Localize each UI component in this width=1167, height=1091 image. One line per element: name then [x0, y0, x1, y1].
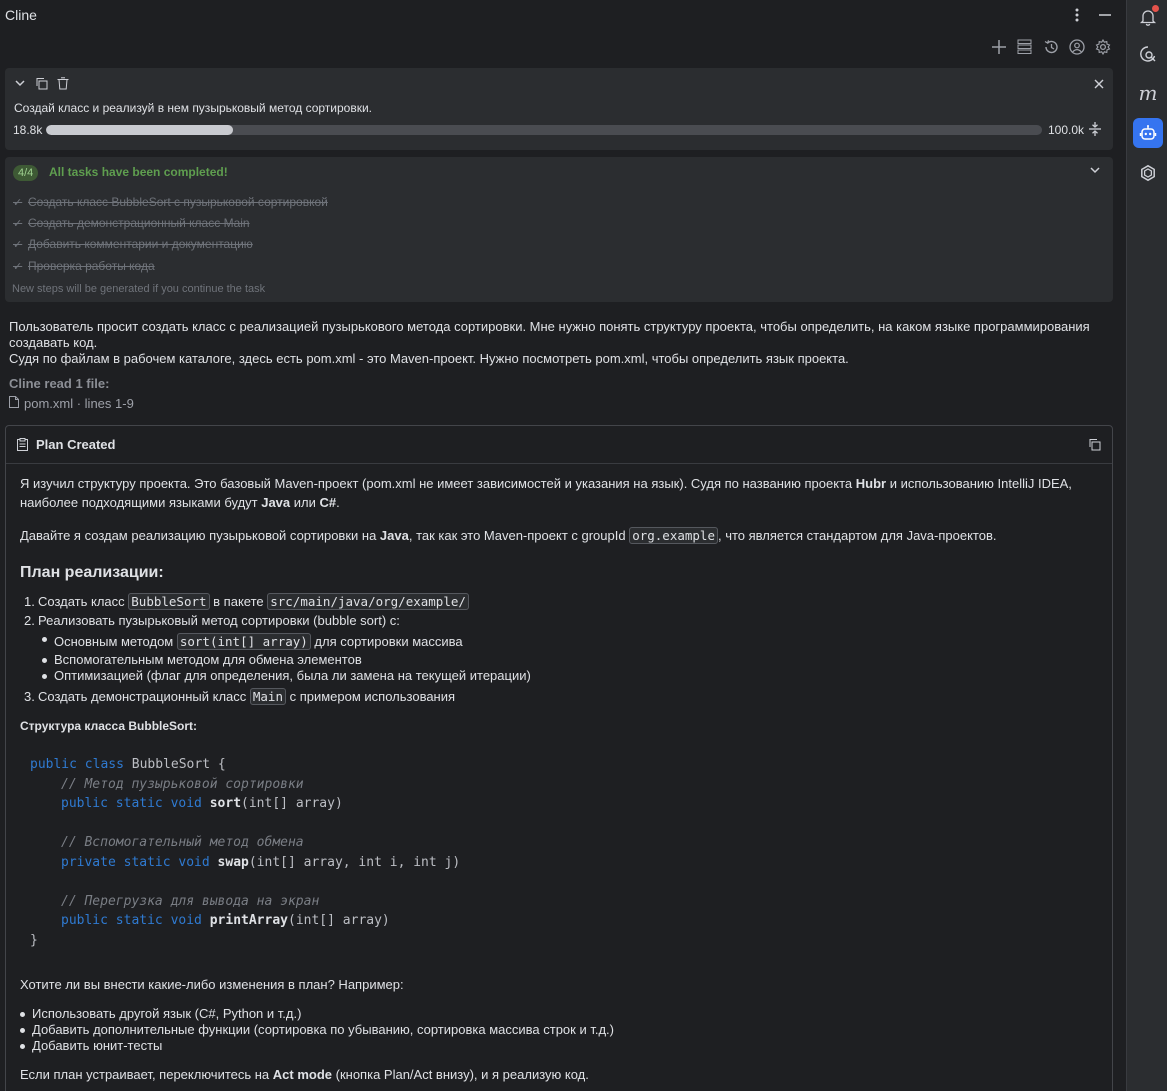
read-file-link[interactable]: pom.xml · lines 1-9: [9, 396, 134, 411]
openai-plugin-icon[interactable]: [1133, 158, 1163, 188]
code-line: }: [30, 933, 38, 948]
code-line: private static void swap(int[] array, in…: [61, 855, 461, 870]
delete-task-icon[interactable]: [57, 77, 69, 93]
code-comment: // Метод пузырьковой сортировки: [61, 777, 304, 792]
code-block: public class BubbleSort { // Метод пузыр…: [16, 744, 1104, 956]
condense-context-icon[interactable]: [1088, 122, 1102, 139]
checkmark-icon: ✓: [13, 260, 23, 273]
plan-step: 3. Создать демонстрационный класс Main с …: [24, 688, 456, 705]
plan-final-note: Если план устраивает, переключитесь на A…: [20, 1067, 589, 1082]
todo-item: ✓ Создать демонстрационный класс Main: [13, 216, 250, 230]
progress-status: All tasks have been completed!: [49, 165, 228, 179]
close-task-icon[interactable]: [1094, 76, 1104, 92]
plan-intro: Я изучил структуру проекта. Это базовый …: [20, 476, 1072, 510]
panel-title: Cline: [5, 7, 37, 23]
context-used: 18.8k: [13, 123, 43, 137]
reasoning-line: Пользователь просит создать класс с реал…: [9, 319, 1090, 350]
expand-chevron-icon[interactable]: [1089, 164, 1101, 179]
checkmark-icon: ✓: [13, 238, 23, 251]
minimize-icon[interactable]: [1096, 5, 1114, 25]
plan-language-choice: Давайте я создам реализацию пузырьковой …: [20, 527, 997, 544]
panel-titlebar: Cline: [0, 0, 1126, 30]
plan-option: Добавить дополнительные функции (сортиро…: [6, 1022, 1086, 1038]
task-header: Создай класс и реализуй в нем пузырьковы…: [5, 68, 1113, 150]
context-window-bar: [46, 125, 1042, 135]
reasoning-line: Судя по файлам в рабочем каталоге, здесь…: [9, 351, 849, 366]
notifications-bell-icon[interactable]: [1133, 2, 1163, 32]
progress-badge: 4/4: [13, 165, 39, 181]
cline-robot-icon[interactable]: [1133, 118, 1163, 148]
read-files-label: Cline read 1 file:: [9, 376, 110, 391]
plan-substep: Оптимизацией (флаг для определения, была…: [12, 668, 1092, 684]
clipboard-icon: [17, 438, 28, 454]
code-line: public static void sort(int[] array): [61, 796, 343, 811]
plan-step: 1. Создать класс BubbleSort в пакете src/…: [12, 592, 1092, 611]
progress-note: New steps will be generated if you conti…: [12, 283, 266, 295]
assistant-reasoning: Пользователь просит создать класс с реал…: [9, 319, 1109, 367]
code-line: public class BubbleSort {: [30, 757, 226, 772]
account-icon[interactable]: [1067, 37, 1086, 56]
settings-gear-icon[interactable]: [1093, 37, 1112, 56]
more-options-icon[interactable]: [1068, 5, 1086, 25]
plan-heading: План реализации:: [20, 564, 164, 581]
inline-code: sort(int[] array): [176, 633, 311, 650]
inline-code: BubbleSort: [128, 593, 210, 610]
task-progress-list: 4/4 All tasks have been completed! ✓ Созд…: [5, 157, 1113, 302]
cline-toolbar: [989, 37, 1112, 56]
code-line: public static void printArray(int[] arra…: [61, 913, 390, 928]
copy-task-icon[interactable]: [35, 77, 48, 93]
todo-item: ✓ Проверка работы кода: [13, 259, 155, 273]
plan-step: 2. Реализовать пузырьковый метод сортиров…: [24, 613, 400, 628]
cline-panel: Cline Создай класс и реализуй в нем пузы…: [0, 0, 1126, 1091]
ide-window: Cline Создай класс и реализуй в нем пузы…: [0, 0, 1167, 1091]
plan-steps: 1. Создать класс BubbleSort в пакете src/…: [12, 592, 1092, 706]
inline-code: org.example: [629, 527, 718, 544]
code-comment: // Вспомогательный метод обмена: [61, 835, 304, 850]
copy-plan-icon[interactable]: [1088, 438, 1101, 454]
checkmark-icon: ✓: [13, 217, 23, 230]
code-comment: // Перегрузка для вывода на экран: [61, 894, 320, 909]
plan-option: Использовать другой язык (C#, Python и т…: [6, 1006, 1086, 1022]
plan-card: Plan Created Я изучил структуру проекта.…: [5, 425, 1113, 1091]
plan-options: Использовать другой язык (C#, Python и т…: [6, 1006, 1086, 1054]
context-max: 100.0k: [1048, 123, 1085, 137]
collapse-chevron-icon[interactable]: [14, 77, 26, 93]
inline-code: Main: [249, 688, 286, 705]
class-structure-label: Структура класса BubbleSort:: [20, 719, 198, 733]
right-tool-strip: m: [1126, 0, 1167, 1091]
plan-substep: Основным методом sort(int[] array) для с…: [12, 631, 1092, 652]
context-window-fill: [46, 125, 234, 135]
todo-item: ✓ Создать класс BubbleSort с пузырьковой …: [13, 195, 328, 209]
new-task-plus-icon[interactable]: [989, 37, 1008, 56]
m-plugin-icon[interactable]: m: [1133, 78, 1163, 108]
checkmark-icon: ✓: [13, 196, 23, 209]
mcp-servers-icon[interactable]: [1015, 37, 1034, 56]
plan-substep: Вспомогательным методом для обмена элеме…: [12, 652, 1092, 668]
notification-dot: [1152, 5, 1159, 12]
plan-option: Добавить юнит-тесты: [6, 1038, 1086, 1054]
file-icon: [9, 396, 19, 411]
plan-question: Хотите ли вы внести какие-либо изменения…: [20, 977, 404, 992]
todo-item: ✓ Добавить комментарии и документацию: [13, 237, 253, 251]
ai-chat-icon[interactable]: [1133, 39, 1163, 69]
read-file-name: pom.xml · lines 1-9: [24, 396, 134, 411]
plan-header: Plan Created: [6, 426, 1112, 464]
plan-title: Plan Created: [36, 437, 116, 452]
inline-code: src/main/java/org/example/: [267, 593, 469, 610]
history-icon[interactable]: [1041, 37, 1060, 56]
task-text: Создай класс и реализуй в нем пузырьковы…: [14, 101, 373, 115]
